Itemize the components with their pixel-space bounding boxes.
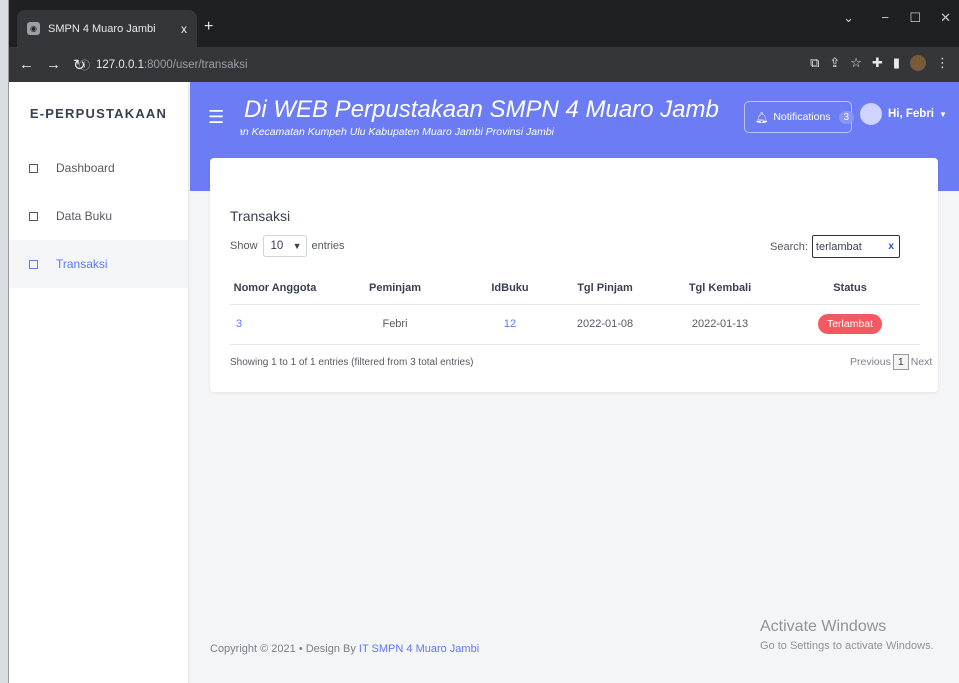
maximize-icon[interactable]: ☐ — [909, 10, 921, 26]
user-greeting: Hi, Febri — [888, 108, 935, 120]
bell-icon: 🔔︎ — [755, 111, 769, 124]
browser-toolbar: ⧉ ⇪ ☆ ✚ ▮ ⋮ — [810, 55, 949, 71]
cell-tgl-pinjam: 2022-01-08 — [550, 304, 660, 345]
card-title: Transaksi — [230, 208, 291, 224]
site-info-icon[interactable]: ⓘ — [79, 57, 90, 73]
extensions-icon[interactable]: ✚ — [872, 55, 883, 71]
sidebar-item-label: Data Buku — [56, 209, 113, 223]
entries-length-control: Show 10 ▼ entries — [230, 235, 345, 257]
entries-label: entries — [311, 240, 345, 252]
marquee-title: g Di WEB Perpustakaan SMPN 4 Muaro Jamb — [240, 96, 719, 123]
tab-title: SMPN 4 Muaro Jambi — [48, 22, 156, 35]
transaksi-card: Transaksi Show 10 ▼ entries Search: terl… — [210, 158, 938, 392]
favicon-icon: ◉ — [27, 22, 40, 35]
square-icon — [29, 163, 38, 173]
notifications-label: Notifications — [773, 111, 831, 123]
desktop-edge — [0, 0, 9, 683]
column-header[interactable]: Nomor Anggota — [230, 272, 320, 305]
tab-bar: ◉ SMPN 4 Muaro Jambi x + ⌄ − ☐ ✕ — [9, 0, 959, 47]
url-host: 127.0.0.1 — [96, 58, 144, 71]
url-path: :8000/user/transaksi — [143, 58, 248, 71]
bookmark-star-icon[interactable]: ☆ — [850, 55, 862, 71]
entries-select[interactable]: 10 ▼ — [262, 235, 307, 257]
back-icon[interactable]: ← — [19, 56, 34, 73]
search-label: Search: — [770, 240, 808, 253]
column-header[interactable]: Status — [780, 272, 920, 305]
transaksi-table: Nomor Anggota Peminjam IdBuku Tgl Pinjam… — [230, 272, 920, 345]
tab-search-icon[interactable]: ⌄ — [843, 10, 854, 26]
address-bar-row: ← → ↻ ⓘ 127.0.0.1:8000/user/transaksi ⧉ … — [9, 47, 959, 82]
close-window-icon[interactable]: ✕ — [940, 10, 951, 26]
menu-kebab-icon[interactable]: ⋮ — [936, 55, 949, 71]
cell-tgl-kembali: 2022-01-13 — [660, 304, 780, 345]
notifications-button[interactable]: 🔔︎ Notifications 3 — [744, 101, 855, 133]
page: E-PERPUSTAKAAN Dashboard Data Buku Trans… — [9, 82, 959, 683]
footer-link[interactable]: IT SMPN 4 Muaro Jambi — [359, 643, 479, 655]
browser-window: ◉ SMPN 4 Muaro Jambi x + ⌄ − ☐ ✕ ← → ↻ ⓘ… — [9, 0, 959, 683]
footer: Copyright © 2021 • Design By IT SMPN 4 M… — [210, 643, 479, 655]
notifications-count-badge: 3 — [838, 110, 855, 124]
next-button[interactable]: Next — [911, 356, 933, 368]
activate-windows-watermark: Activate Windows Go to Settings to activ… — [760, 618, 934, 652]
column-header[interactable]: Tgl Kembali — [660, 272, 780, 305]
clear-search-icon[interactable]: x — [888, 241, 894, 252]
brand-logo[interactable]: E-PERPUSTAKAAN — [9, 82, 188, 144]
translate-icon[interactable]: ⧉ — [810, 55, 819, 71]
sidebar: E-PERPUSTAKAAN Dashboard Data Buku Trans… — [9, 82, 189, 683]
sidepanel-icon[interactable]: ▮ — [893, 55, 900, 71]
sidebar-item-label: Dashboard — [56, 161, 115, 175]
square-icon — [29, 211, 38, 221]
sidebar-item-dashboard[interactable]: Dashboard — [9, 144, 188, 192]
running-text: g Di WEB Perpustakaan SMPN 4 Muaro Jamb … — [240, 96, 750, 146]
column-header[interactable]: Tgl Pinjam — [550, 272, 660, 305]
show-label: Show — [230, 240, 258, 252]
user-avatar-icon — [860, 103, 882, 125]
table-header-row: Nomor Anggota Peminjam IdBuku Tgl Pinjam… — [230, 272, 920, 305]
previous-button[interactable]: Previous — [850, 356, 891, 368]
sidebar-item-data-buku[interactable]: Data Buku — [9, 192, 188, 240]
page-1-button[interactable]: 1 — [892, 354, 909, 370]
entries-value: 10 — [270, 240, 284, 252]
cell-idbuku: 12 — [470, 304, 550, 345]
forward-icon[interactable]: → — [46, 56, 61, 73]
cell-nomor-anggota: 3 — [230, 304, 320, 345]
main-content: ☰ g Di WEB Perpustakaan SMPN 4 Muaro Jam… — [190, 82, 959, 683]
screen: ◉ SMPN 4 Muaro Jambi x + ⌄ − ☐ ✕ ← → ↻ ⓘ… — [0, 0, 959, 683]
search-input[interactable]: terlambat x — [811, 235, 900, 258]
column-header[interactable]: IdBuku — [470, 272, 550, 305]
search-value: terlambat — [815, 240, 862, 253]
cell-status: Terlambat — [780, 304, 920, 345]
status-badge: Terlambat — [817, 314, 883, 334]
minimize-icon[interactable]: − — [881, 10, 889, 25]
cell-peminjam: Febri — [320, 304, 470, 345]
watermark-line-1: Activate Windows — [760, 618, 887, 635]
square-icon — [29, 259, 38, 269]
table-info: Showing 1 to 1 of 1 entries (filtered fr… — [230, 357, 474, 368]
hamburger-icon[interactable]: ☰ — [208, 107, 224, 128]
caret-down-icon: ▼ — [939, 109, 947, 119]
sidebar-item-transaksi[interactable]: Transaksi — [9, 240, 188, 288]
browser-tab[interactable]: ◉ SMPN 4 Muaro Jambi x — [17, 10, 197, 47]
table-row: 3 Febri 12 2022-01-08 2022-01-13 Terlamb… — [230, 304, 920, 345]
watermark-line-2: Go to Settings to activate Windows. — [760, 640, 934, 652]
user-menu[interactable]: Hi, Febri ▼ — [860, 103, 947, 125]
new-tab-button[interactable]: + — [204, 19, 213, 35]
chevron-down-icon: ▼ — [292, 241, 302, 251]
table-search: Search: terlambat x — [770, 235, 900, 258]
sidebar-item-label: Transaksi — [56, 257, 108, 271]
url-field[interactable]: ⓘ 127.0.0.1:8000/user/transaksi — [79, 53, 779, 76]
tab-close-icon[interactable]: x — [181, 22, 187, 36]
footer-text: Copyright © 2021 • Design By — [210, 643, 359, 655]
column-header[interactable]: Peminjam — [320, 272, 470, 305]
share-icon[interactable]: ⇪ — [829, 55, 840, 71]
marquee-subtitle: kean Kecamatan Kumpeh Ulu Kabupaten Muar… — [240, 126, 555, 138]
pagination: Previous 1 Next — [850, 354, 932, 370]
profile-avatar[interactable] — [910, 55, 926, 71]
